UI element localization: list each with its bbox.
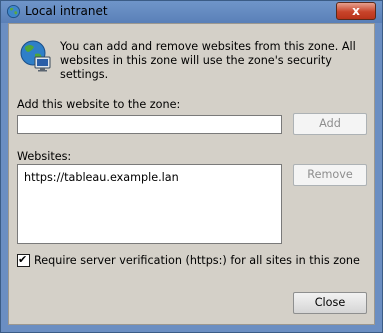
close-icon: x	[352, 4, 360, 18]
websites-list[interactable]: https://tableau.example.lan	[17, 164, 282, 244]
globe-monitor-icon	[20, 40, 51, 72]
list-item[interactable]: https://tableau.example.lan	[24, 171, 179, 184]
dialog-body: You can add and remove websites from thi…	[8, 23, 375, 325]
require-verification-checkbox[interactable]: ✔	[17, 253, 30, 267]
globe-icon	[6, 4, 21, 19]
checkmark-icon: ✔	[18, 253, 28, 266]
close-button[interactable]: Close	[293, 292, 367, 314]
dialog-window: Local intranet x You can add and remove …	[0, 0, 383, 333]
add-website-label: Add this website to the zone:	[17, 98, 181, 111]
add-button[interactable]: Add	[293, 113, 367, 135]
title-bar[interactable]: Local intranet x	[1, 1, 382, 23]
window-close-button[interactable]: x	[336, 2, 376, 20]
require-verification-label: Require server verification (https:) for…	[34, 254, 360, 267]
remove-button[interactable]: Remove	[293, 164, 367, 186]
window-title: Local intranet	[25, 4, 108, 18]
website-input[interactable]	[17, 115, 282, 134]
intro-text: You can add and remove websites from thi…	[60, 40, 356, 81]
websites-label: Websites:	[17, 150, 72, 163]
